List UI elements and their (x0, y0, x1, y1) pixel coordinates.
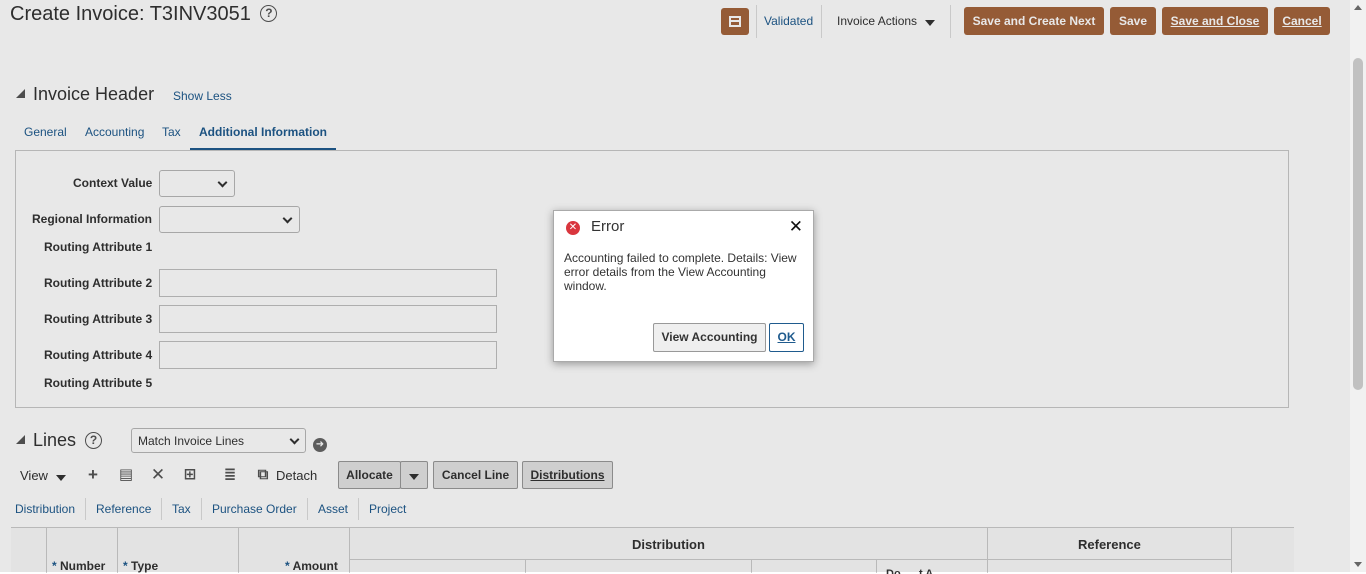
close-icon[interactable]: ✕ (789, 217, 803, 237)
dialog-message: Accounting failed to complete. Details: … (564, 251, 797, 293)
scroll-up-arrow-icon[interactable] (1354, 5, 1362, 10)
view-accounting-button[interactable]: View Accounting (653, 323, 766, 352)
error-dialog: ✕ Error ✕ Accounting failed to complete.… (553, 210, 814, 362)
scrollbar-thumb[interactable] (1353, 58, 1363, 390)
error-icon: ✕ (566, 221, 580, 235)
dialog-title: Error (591, 218, 625, 235)
scroll-down-arrow-icon[interactable] (1354, 562, 1362, 567)
vertical-scrollbar[interactable] (1350, 0, 1366, 572)
ok-button[interactable]: OK (769, 323, 804, 352)
